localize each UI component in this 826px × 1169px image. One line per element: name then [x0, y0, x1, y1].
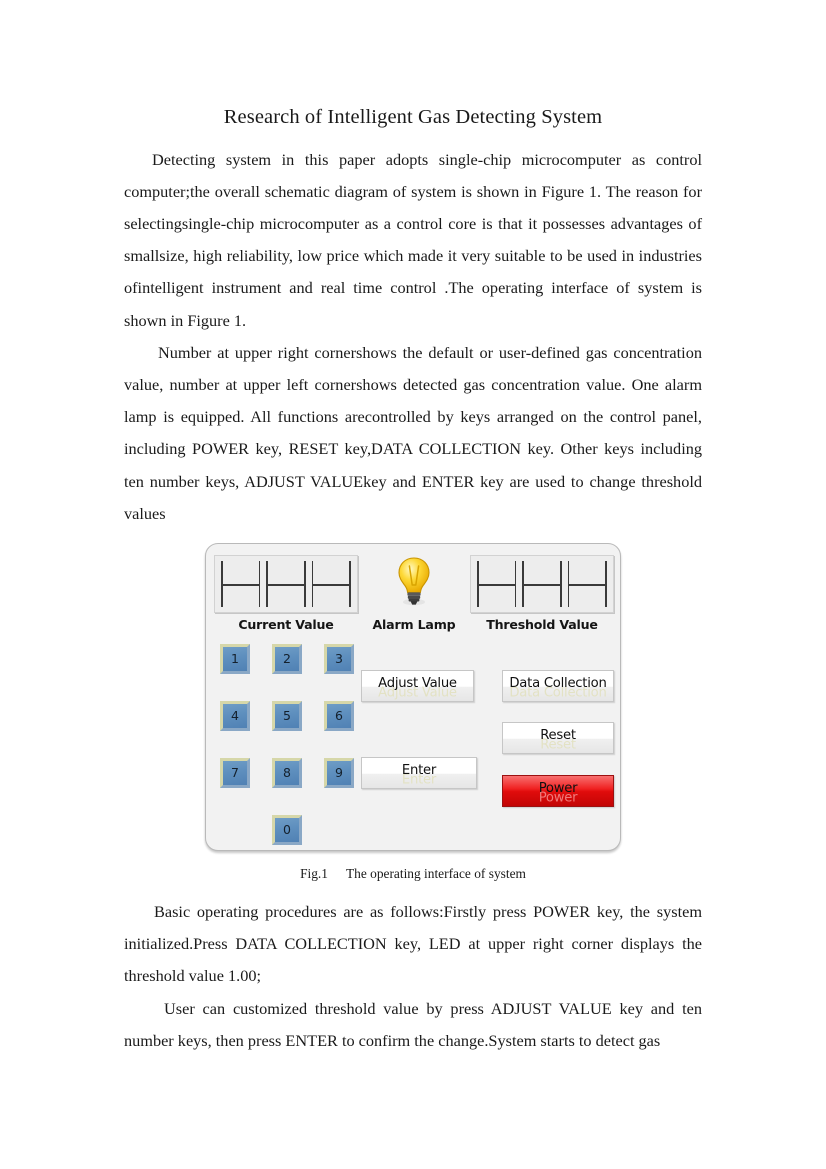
- number-key-9[interactable]: 9: [324, 758, 354, 788]
- digit-cell: [219, 559, 262, 609]
- digit-cell: [310, 559, 353, 609]
- power-label: Power: [538, 780, 578, 796]
- digit-cell: [520, 559, 563, 609]
- reset-button[interactable]: Reset Reset: [502, 722, 614, 754]
- document-page: Research of Intelligent Gas Detecting Sy…: [0, 0, 826, 1169]
- adjust-value-label: Adjust Value: [378, 675, 457, 691]
- figure-caption-text: The operating interface of system: [345, 866, 526, 881]
- data-collection-button[interactable]: Data Collection Data Collection: [502, 670, 614, 702]
- current-value-display: [214, 555, 358, 613]
- number-key-3[interactable]: 3: [324, 644, 354, 674]
- digit-cell: [264, 559, 307, 609]
- adjust-value-button[interactable]: Adjust Value Adjust Value: [361, 670, 474, 702]
- paragraph-2: Number at upper right cornershows the de…: [124, 342, 702, 523]
- threshold-value-display: [470, 555, 614, 613]
- digit-cell: [475, 559, 518, 609]
- number-key-8[interactable]: 8: [272, 758, 302, 788]
- power-button[interactable]: Power Power: [502, 775, 614, 807]
- digit-cell: [566, 559, 609, 609]
- current-value-label: Current Value: [238, 617, 334, 632]
- enter-button[interactable]: Enter Enter: [361, 757, 477, 789]
- document-text-column-bottom: Basic operating procedures are as follow…: [124, 896, 702, 1057]
- figure-caption-number: Fig.1: [300, 866, 328, 881]
- threshold-value-label: Threshold Value: [486, 617, 598, 632]
- number-key-2[interactable]: 2: [272, 644, 302, 674]
- paragraph-4: User can customized threshold value by p…: [124, 998, 702, 1050]
- figure-1: Current Value Alarm Lamp Threshold Value…: [0, 543, 826, 851]
- operating-interface-panel: Current Value Alarm Lamp Threshold Value…: [205, 543, 621, 851]
- reset-label: Reset: [540, 727, 576, 743]
- data-collection-label: Data Collection: [509, 675, 607, 691]
- number-key-1[interactable]: 1: [220, 644, 250, 674]
- document-text-column: Research of Intelligent Gas Detecting Sy…: [124, 105, 702, 530]
- number-key-7[interactable]: 7: [220, 758, 250, 788]
- number-key-4[interactable]: 4: [220, 701, 250, 731]
- number-key-6[interactable]: 6: [324, 701, 354, 731]
- paragraph-3: Basic operating procedures are as follow…: [124, 902, 702, 986]
- alarm-lamp-icon: [392, 552, 436, 614]
- number-key-5[interactable]: 5: [272, 701, 302, 731]
- number-key-0[interactable]: 0: [272, 815, 302, 845]
- enter-label: Enter: [401, 762, 437, 778]
- alarm-lamp-label: Alarm Lamp: [372, 617, 456, 632]
- figure-caption: Fig.1 The operating interface of system: [0, 866, 826, 882]
- paragraph-1: Detecting system in this paper adopts si…: [124, 149, 702, 330]
- page-title: Research of Intelligent Gas Detecting Sy…: [223, 106, 603, 128]
